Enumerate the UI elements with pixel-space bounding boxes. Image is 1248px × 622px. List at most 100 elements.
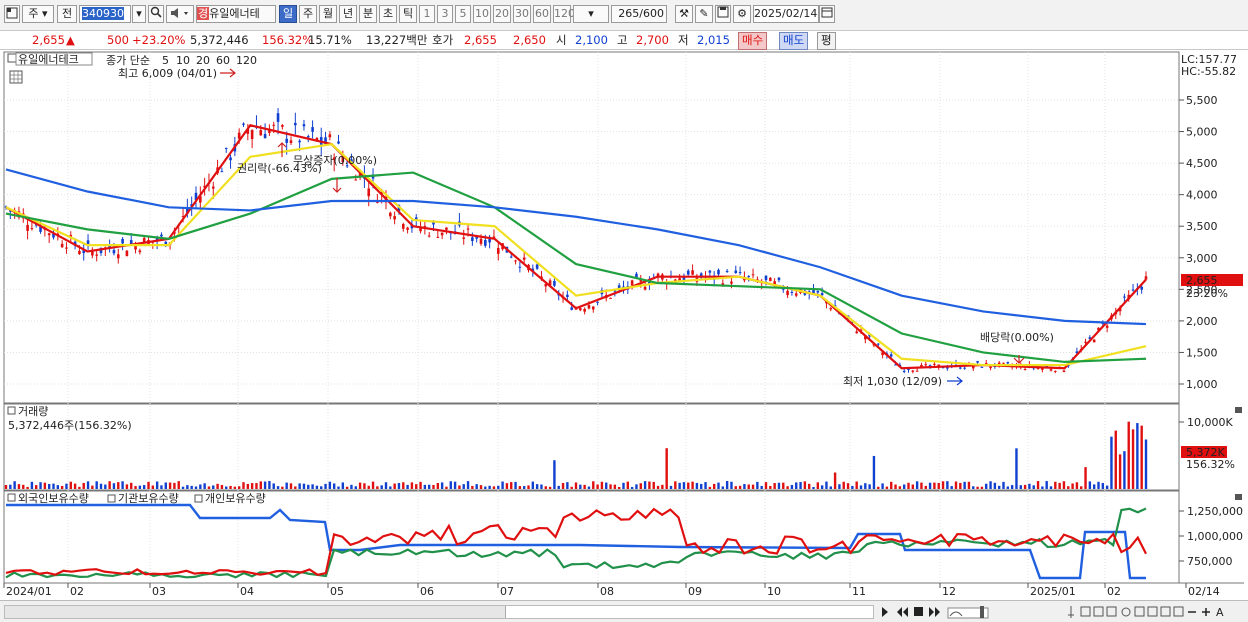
volume-bar — [877, 487, 879, 489]
speaker-icon[interactable] — [166, 5, 194, 23]
num-button-10[interactable]: 10 — [473, 5, 491, 23]
bonus-annotation: 무상증자(0.00%) — [293, 154, 377, 167]
low-price: 2,015 — [697, 31, 730, 49]
settings-gear-icon[interactable]: ⚙ — [733, 5, 751, 23]
fast-forward-icon — [929, 607, 940, 617]
volume-bar — [484, 487, 486, 489]
volume-bar — [242, 482, 244, 489]
volume-bar — [903, 484, 905, 489]
volume-bar — [933, 483, 935, 489]
scroll-thumb[interactable] — [5, 606, 506, 618]
sell-button[interactable]: 매도 — [779, 32, 808, 50]
x-tick-label: 02/14 — [1188, 585, 1220, 598]
stock-name-field[interactable]: 경유일에너테 — [196, 5, 276, 23]
candle-body — [406, 228, 409, 230]
volume-bar — [890, 482, 892, 489]
interval-month-tab[interactable]: 월 — [319, 5, 337, 23]
volume-bar — [273, 483, 275, 489]
volume-bar — [143, 485, 145, 489]
candle-body — [916, 371, 919, 372]
candle-body — [462, 237, 465, 238]
ma-label: 종가 단순 — [106, 54, 150, 67]
volume-bar — [1084, 467, 1086, 489]
candle-body — [609, 298, 612, 299]
icon-c — [1107, 607, 1116, 616]
calendar-icon[interactable] — [819, 5, 835, 23]
bottom-controls[interactable]: A — [876, 603, 1246, 621]
stock-chart[interactable]: 5,5005,0004,5004,0003,5003,0002,5002,000… — [0, 50, 1248, 600]
volume-bar — [566, 482, 568, 489]
icon-g — [1161, 607, 1170, 616]
volume-bar — [1007, 486, 1009, 489]
hoga-label: 호가 — [432, 31, 453, 49]
volume-bar — [868, 484, 870, 489]
table-icon[interactable] — [10, 71, 22, 83]
volume-bar — [173, 483, 175, 489]
candle-body — [678, 278, 681, 280]
volume-bar — [769, 486, 771, 489]
candle-body — [480, 239, 483, 244]
count-field[interactable]: 265/600 — [611, 5, 667, 23]
candle-body — [734, 271, 737, 273]
volume-bar — [152, 486, 154, 489]
volume-bar — [588, 487, 590, 489]
search-icon[interactable] — [148, 5, 164, 23]
volume-panel-close-icon[interactable] — [1235, 407, 1242, 413]
volume-bar — [1136, 423, 1138, 489]
market-select[interactable]: 전 — [57, 5, 77, 23]
volume-bar — [795, 482, 797, 489]
volume-bar — [791, 485, 793, 489]
interval-year-tab[interactable]: 년 — [339, 5, 357, 23]
volume-bar — [130, 483, 132, 489]
volume-bar — [691, 482, 693, 489]
code-dropdown-icon[interactable]: ▾ — [132, 5, 146, 23]
x-tick-label: 05 — [330, 585, 344, 598]
icon-f — [1148, 607, 1157, 616]
volume-bar — [1110, 437, 1112, 489]
x-tick-label: 06 — [420, 585, 434, 598]
volume-bar — [545, 486, 547, 489]
volume-bar — [730, 482, 732, 489]
tools-icon[interactable]: ⚒ — [675, 5, 693, 23]
scroll-track[interactable] — [4, 605, 874, 619]
candle-body — [795, 293, 798, 295]
num-button-1[interactable]: 1 — [419, 5, 435, 23]
interval-day-tab[interactable]: 일 — [279, 5, 297, 23]
volume-bar — [126, 484, 128, 489]
interval-second-tab[interactable]: 초 — [379, 5, 397, 23]
volume-bar — [756, 482, 758, 489]
candle-body — [1106, 326, 1109, 328]
volume-bar — [467, 481, 469, 489]
num-button-30[interactable]: 30 — [513, 5, 531, 23]
save-icon[interactable] — [715, 5, 731, 23]
drawing-icon[interactable]: ✎ — [695, 5, 713, 23]
period-dropdown[interactable]: ▾ — [573, 5, 609, 23]
stock-code-input[interactable]: 340930 — [79, 5, 131, 23]
date-input[interactable]: 2025/02/14 — [753, 5, 819, 23]
ask-price: 2,655 — [464, 31, 497, 49]
price-ytick: 1,000 — [1186, 378, 1218, 391]
num-button-20[interactable]: 20 — [493, 5, 511, 23]
num-button-120[interactable]: 120 — [553, 5, 571, 23]
candle-body — [337, 141, 340, 143]
volume-bar — [994, 483, 996, 489]
holding-panel-close-icon[interactable] — [1235, 494, 1242, 500]
period-type-select[interactable]: 주 ▾ — [22, 5, 54, 23]
interval-minute-tab[interactable]: 분 — [359, 5, 377, 23]
font-size-icon: A — [1216, 606, 1224, 619]
candle-body — [644, 287, 647, 290]
chart-window-icon[interactable] — [4, 5, 20, 23]
num-button-5[interactable]: 5 — [455, 5, 471, 23]
num-button-60[interactable]: 60 — [533, 5, 551, 23]
candle-body — [583, 309, 586, 312]
buy-button[interactable]: 매수 — [738, 32, 767, 50]
candle-body — [570, 307, 573, 309]
num-button-3[interactable]: 3 — [437, 5, 453, 23]
volume-bar — [406, 485, 408, 489]
average-button[interactable]: 평 — [817, 32, 836, 50]
volume-panel-title: 거래량 — [18, 405, 48, 418]
interval-tick-tab[interactable]: 틱 — [399, 5, 417, 23]
interval-week-tab[interactable]: 주 — [299, 5, 317, 23]
high-label: 고 — [617, 31, 628, 49]
volume-bar — [579, 485, 581, 489]
